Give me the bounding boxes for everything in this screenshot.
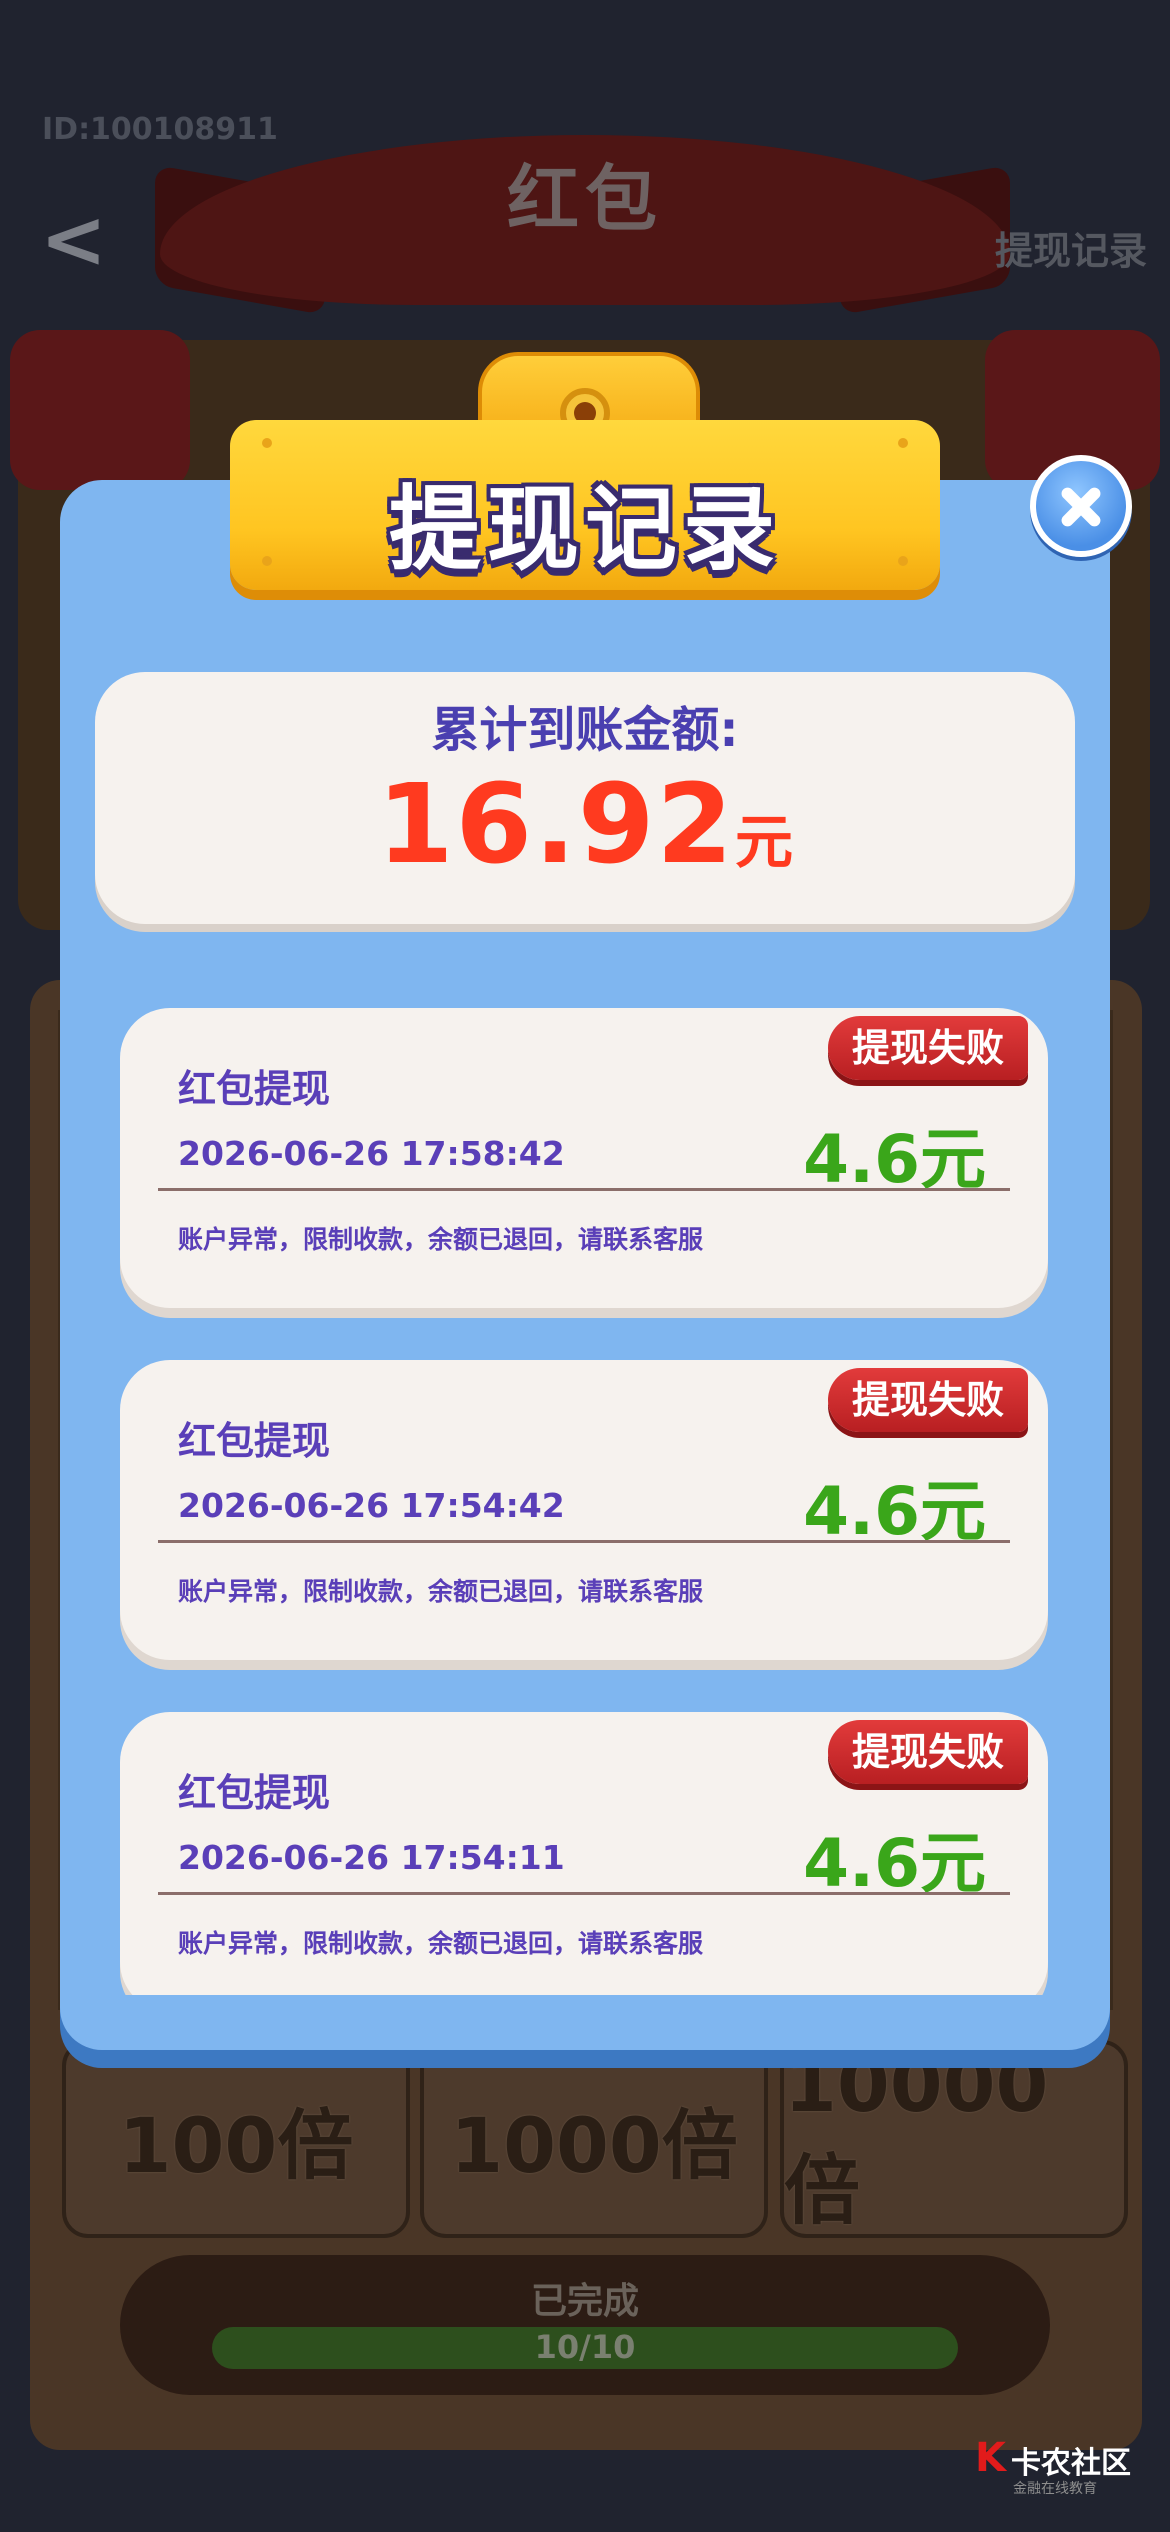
watermark-name: 卡农社区	[1011, 2446, 1131, 2481]
status-badge: 提现失败	[828, 1016, 1028, 1080]
progress-text: 10/10	[534, 2328, 636, 2366]
record-time: 2026-06-26 17:54:42	[178, 1486, 565, 1525]
record-item: 红包提现 2026-06-26 17:54:42 4.6元 账户异常，限制收款，…	[120, 1360, 1048, 1660]
record-time: 2026-06-26 17:54:11	[178, 1838, 565, 1877]
modal-title: 提现记录	[388, 476, 781, 583]
progress-label: 已完成	[530, 2281, 639, 2322]
rivet-icon	[262, 438, 272, 448]
record-note: 账户异常，限制收款，余额已退回，请联系客服	[178, 1577, 704, 1606]
record-note: 账户异常，限制收款，余额已退回，请联系客服	[178, 1225, 704, 1254]
record-item: 红包提现 2026-06-26 17:54:11 4.6元 账户异常，限制收款，…	[120, 1712, 1048, 1995]
record-item: 红包提现 2026-06-26 17:58:42 4.6元 账户异常，限制收款，…	[120, 1008, 1048, 1308]
panel-corner-left	[10, 330, 190, 490]
record-title: 红包提现	[178, 1419, 331, 1463]
multiplier-button-10000[interactable]: 10000倍	[780, 2040, 1128, 2238]
record-title: 红包提现	[178, 1771, 331, 1815]
total-amount-value: 16.92	[377, 760, 735, 888]
watermark: K 卡农社区 金融在线教育	[975, 2438, 1165, 2518]
record-note: 账户异常，限制收款，余额已退回，请联系客服	[178, 1929, 704, 1958]
total-received-label: 累计到账金额:	[431, 702, 739, 758]
record-title: 红包提现	[178, 1067, 331, 1111]
withdraw-records-link[interactable]: 提现记录	[995, 220, 1147, 275]
close-icon[interactable]	[1030, 455, 1132, 557]
total-amount-unit: 元	[734, 808, 793, 876]
records-list[interactable]: 红包提现 2026-06-26 17:58:42 4.6元 账户异常，限制收款，…	[60, 980, 1110, 1995]
kanong-logo-icon: K	[975, 2435, 1006, 2481]
total-received-amount: 16.92元	[95, 760, 1075, 888]
status-badge: 提现失败	[828, 1720, 1028, 1784]
record-divider	[158, 1892, 1010, 1895]
watermark-subtitle: 金融在线教育	[1013, 2481, 1097, 2497]
multiplier-button-1000[interactable]: 1000倍	[420, 2040, 768, 2238]
record-divider	[158, 1188, 1010, 1191]
record-divider	[158, 1540, 1010, 1543]
status-badge: 提现失败	[828, 1368, 1028, 1432]
multiplier-button-100[interactable]: 100倍	[62, 2040, 410, 2238]
record-time: 2026-06-26 17:58:42	[178, 1134, 565, 1173]
rivet-icon	[898, 438, 908, 448]
